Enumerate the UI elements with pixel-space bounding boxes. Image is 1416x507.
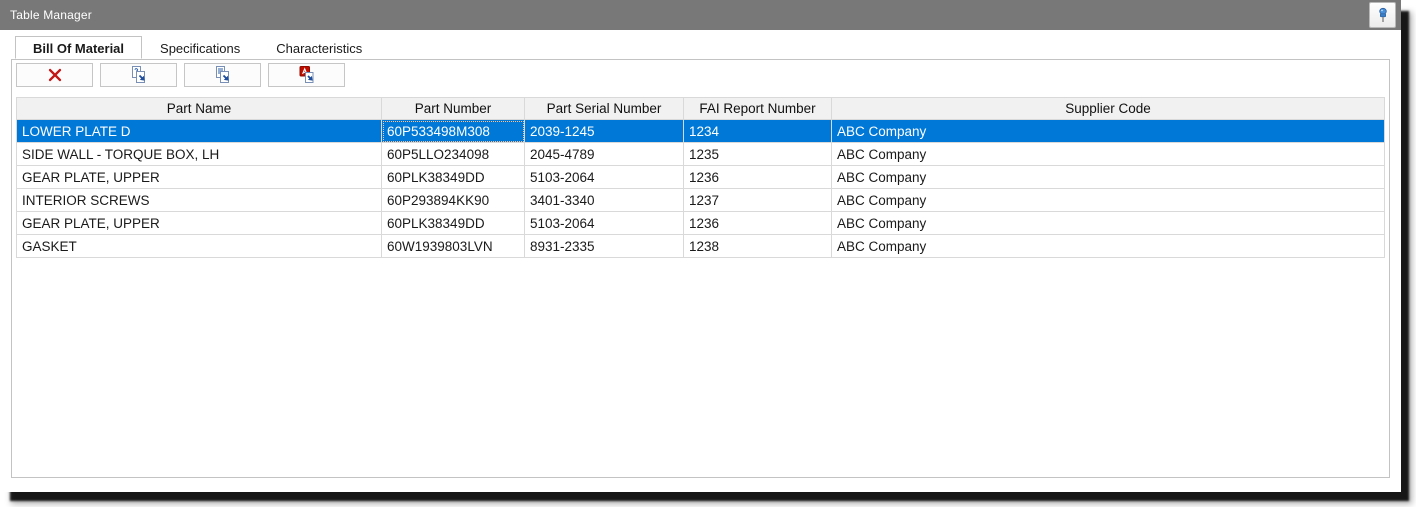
table-body: LOWER PLATE D 60P533498M308 2039-1245 1234 A…	[16, 119, 1385, 258]
export-document-button[interactable]	[100, 63, 177, 87]
table-cell[interactable]: ABC Company	[831, 234, 1385, 258]
export-list-button[interactable]	[184, 63, 261, 87]
delete-row-button[interactable]	[16, 63, 93, 87]
table-cell[interactable]: 5103-2064	[524, 211, 684, 235]
table-cell[interactable]: ABC Company	[831, 142, 1385, 166]
table-cell[interactable]: ABC Company	[831, 188, 1385, 212]
column-header[interactable]: Part Name	[16, 97, 382, 120]
window-title: Table Manager	[10, 8, 92, 22]
table-row[interactable]: GASKET 60W1939803LVN 8931-2335 1238 ABC Comp…	[16, 234, 1385, 258]
export-page-icon	[131, 66, 145, 83]
table-header-row: Part Name Part Number Part Serial Number FA…	[16, 97, 1385, 120]
column-header[interactable]: Part Serial Number	[524, 97, 684, 120]
table-cell[interactable]: ABC Company	[831, 211, 1385, 235]
table-cell[interactable]: 60P293894KK90	[381, 188, 525, 212]
tab-bill-of-material[interactable]: Bill Of Material	[15, 36, 143, 59]
table-cell[interactable]: ABC Company	[831, 119, 1385, 143]
table-cell[interactable]: INTERIOR SCREWS	[16, 188, 382, 212]
titlebar: Table Manager	[0, 0, 1401, 30]
table-row[interactable]: GEAR PLATE, UPPER 60PLK38349DD 5103-2064 12…	[16, 211, 1385, 235]
table-row[interactable]: LOWER PLATE D 60P533498M308 2039-1245 1234 A…	[16, 119, 1385, 143]
tab-page-bill-of-material: Part Name Part Number Part Serial Number FA…	[11, 59, 1390, 478]
table-cell[interactable]: GASKET	[16, 234, 382, 258]
column-header[interactable]: FAI Report Number	[683, 97, 832, 120]
column-header[interactable]: Supplier Code	[831, 97, 1385, 120]
table-cell[interactable]: 2045-4789	[524, 142, 684, 166]
table-cell[interactable]: 1238	[683, 234, 832, 258]
table-cell[interactable]: 1237	[683, 188, 832, 212]
table-cell[interactable]: 1234	[683, 119, 832, 143]
export-pdf-icon	[299, 66, 313, 83]
tab-characteristics[interactable]: Characteristics	[258, 36, 380, 59]
body-area: Bill Of Material Specifications Characte…	[0, 30, 1401, 478]
toolbar	[16, 63, 1389, 87]
table-cell[interactable]: 8931-2335	[524, 234, 684, 258]
tab-specifications[interactable]: Specifications	[142, 36, 258, 59]
table-cell[interactable]: 60PLK38349DD	[381, 165, 525, 189]
tabstrip: Bill Of Material Specifications Characte…	[15, 36, 1390, 59]
bill-of-material-table: Part Name Part Number Part Serial Number FA…	[16, 97, 1385, 258]
table-cell[interactable]: 60P533498M308	[381, 119, 525, 143]
table-row[interactable]: INTERIOR SCREWS 60P293894KK90 3401-3340 123…	[16, 188, 1385, 212]
pushpin-icon	[1378, 7, 1387, 22]
column-header[interactable]: Part Number	[381, 97, 525, 120]
table-cell[interactable]: 1235	[683, 142, 832, 166]
table-cell[interactable]: 1236	[683, 165, 832, 189]
table-cell[interactable]: 5103-2064	[524, 165, 684, 189]
pin-button[interactable]	[1369, 2, 1396, 28]
table-cell[interactable]: SIDE WALL - TORQUE BOX, LH	[16, 142, 382, 166]
table-cell[interactable]: 60P5LLO234098	[381, 142, 525, 166]
table-cell[interactable]: GEAR PLATE, UPPER	[16, 165, 382, 189]
table-cell[interactable]: 3401-3340	[524, 188, 684, 212]
table-cell[interactable]: 60PLK38349DD	[381, 211, 525, 235]
export-pdf-button[interactable]	[268, 63, 345, 87]
table-cell[interactable]: ABC Company	[831, 165, 1385, 189]
table-cell[interactable]: LOWER PLATE D	[16, 119, 382, 143]
red-x-icon	[48, 68, 61, 82]
table-cell[interactable]: GEAR PLATE, UPPER	[16, 211, 382, 235]
export-list-icon	[215, 66, 229, 83]
table-cell[interactable]: 2039-1245	[524, 119, 684, 143]
table-cell[interactable]: 1236	[683, 211, 832, 235]
table-manager-window: Table Manager Bill Of Material Specifica…	[0, 0, 1401, 492]
table-row[interactable]: SIDE WALL - TORQUE BOX, LH 60P5LLO234098 2…	[16, 142, 1385, 166]
table-cell[interactable]: 60W1939803LVN	[381, 234, 525, 258]
table-row[interactable]: GEAR PLATE, UPPER 60PLK38349DD 5103-2064 12…	[16, 165, 1385, 189]
